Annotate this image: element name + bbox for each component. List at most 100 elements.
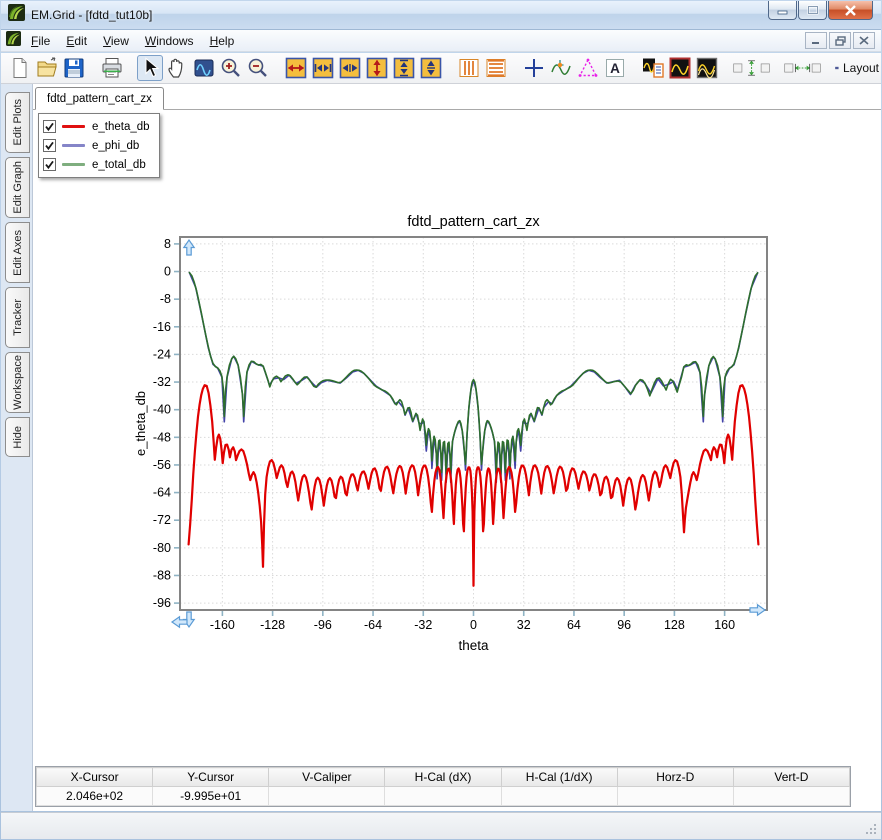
stretch-x-icon xyxy=(311,56,335,80)
readout-value-cell: 2.046e+02 xyxy=(37,787,153,806)
tick-label-x: 160 xyxy=(714,618,735,632)
layout-icon xyxy=(835,56,839,80)
toolbar-tracker-button[interactable] xyxy=(548,55,574,81)
mdi-close-button[interactable] xyxy=(853,32,875,49)
minimize-button[interactable] xyxy=(768,1,797,20)
readout-column-header: V-Caliper xyxy=(269,768,385,787)
select-tool-icon xyxy=(138,56,162,80)
plot-legend: e_theta_dbe_phi_dbe_total_db xyxy=(38,113,160,178)
pan-up-arrow-icon[interactable] xyxy=(184,240,194,255)
sidebar-tab-label: Edit Graph xyxy=(12,161,24,214)
menu-item-view[interactable]: View xyxy=(95,32,137,50)
mdi-document-icon xyxy=(6,31,21,51)
title-bar[interactable]: EM.Grid - [fdtd_tut10b] xyxy=(1,1,881,30)
tick-label-x: 32 xyxy=(517,618,531,632)
toolbar-zoom-box-tool-button[interactable] xyxy=(191,55,217,81)
menu-item-windows[interactable]: Windows xyxy=(137,32,202,50)
tracker-icon xyxy=(549,56,573,80)
chart-canvas[interactable]: -160-128-96-64-32032649612816080-8-16-24… xyxy=(133,212,793,677)
toolbar-expand-x-button[interactable] xyxy=(283,55,309,81)
window-title: EM.Grid - [fdtd_tut10b] xyxy=(31,8,152,22)
toolbar-zoom-out-button[interactable] xyxy=(245,55,271,81)
toolbar-vertical-grid-button[interactable] xyxy=(456,55,482,81)
sidebar-tab-hide[interactable]: Hide xyxy=(5,417,30,457)
sidebar-tab-label: Tracker xyxy=(12,299,24,336)
zoom-in-icon xyxy=(219,56,243,80)
menu-item-file[interactable]: File xyxy=(23,32,58,50)
sidebar-tab-workspace[interactable]: Workspace xyxy=(5,352,30,413)
legend-line-swatch xyxy=(62,163,85,166)
toolbar-zoom-in-button[interactable] xyxy=(218,55,244,81)
toolbar-layout-button[interactable]: Layout xyxy=(834,55,880,81)
pan-right-arrow-icon[interactable] xyxy=(750,605,765,615)
status-bar xyxy=(1,812,881,839)
toolbar-pan-tool-button[interactable] xyxy=(164,55,190,81)
sidebar-tab-edit-axes[interactable]: Edit Axes xyxy=(5,222,30,283)
tick-label-y: -72 xyxy=(153,513,171,527)
readout-column-header: Y-Cursor xyxy=(153,768,269,787)
toolbar-plot-single-button[interactable] xyxy=(667,55,693,81)
toolbar-add-text-button[interactable]: A xyxy=(602,55,628,81)
close-button[interactable] xyxy=(828,1,873,20)
toolbar-stretch-x-button[interactable] xyxy=(310,55,336,81)
toolbar-caliper-button[interactable] xyxy=(575,55,601,81)
mdi-minimize-button[interactable] xyxy=(805,32,827,49)
toolbar-fit-horizontal-button[interactable] xyxy=(783,55,822,81)
readout-value-cell xyxy=(501,787,617,806)
toolbar-print-button[interactable] xyxy=(99,55,125,81)
sidebar-tab-label: Edit Axes xyxy=(12,230,24,276)
toolbar-shrink-y-button[interactable] xyxy=(418,55,444,81)
sidebar-tab-label: Edit Plots xyxy=(12,99,24,145)
tick-label-y: 0 xyxy=(164,265,171,279)
open-file-icon xyxy=(35,56,59,80)
legend-checkbox[interactable] xyxy=(43,158,56,171)
sidebar-tab-edit-plots[interactable]: Edit Plots xyxy=(5,92,30,153)
sidebar-tab-label: Workspace xyxy=(12,355,24,410)
toolbar-new-file-button[interactable] xyxy=(7,55,33,81)
menu-bar: FileEditViewWindowsHelp xyxy=(1,30,881,52)
toolbar: A Layout xyxy=(1,53,881,84)
toolbar-open-file-button[interactable] xyxy=(34,55,60,81)
readout-value-cell xyxy=(617,787,733,806)
tick-label-y: -16 xyxy=(153,320,171,334)
toolbar-shrink-x-button[interactable] xyxy=(337,55,363,81)
chart-title: fdtd_pattern_cart_zx xyxy=(407,214,540,230)
pan-left-arrow-icon[interactable] xyxy=(172,617,187,627)
menu-item-help[interactable]: Help xyxy=(202,32,243,50)
zoom-out-icon xyxy=(246,56,270,80)
tick-label-x: -32 xyxy=(414,618,432,632)
document-tab-label: fdtd_pattern_cart_zx xyxy=(47,93,152,105)
resize-grip-icon[interactable] xyxy=(864,822,878,836)
toolbar-save-file-button[interactable] xyxy=(61,55,87,81)
tick-label-y: -80 xyxy=(153,541,171,555)
sidebar-tab-edit-graph[interactable]: Edit Graph xyxy=(5,157,30,218)
mdi-restore-button[interactable] xyxy=(829,32,851,49)
toolbar-stretch-y-button[interactable] xyxy=(391,55,417,81)
app-window: EM.Grid - [fdtd_tut10b] FileEditViewWind… xyxy=(0,0,882,840)
tick-label-y: -48 xyxy=(153,430,171,444)
toolbar-plot-with-legend-button[interactable] xyxy=(640,55,666,81)
sidebar-tab-tracker[interactable]: Tracker xyxy=(5,287,30,348)
tick-label-y: -24 xyxy=(153,347,171,361)
vertical-grid-icon xyxy=(457,56,481,80)
tick-label-x: 64 xyxy=(567,618,581,632)
legend-row: e_total_db xyxy=(43,155,150,174)
plot-multi-icon xyxy=(695,56,719,80)
shrink-x-icon xyxy=(338,56,362,80)
maximize-button[interactable] xyxy=(798,1,827,20)
fit-horizontal-icon xyxy=(784,56,821,80)
toolbar-select-tool-button[interactable] xyxy=(137,55,163,81)
document-tab[interactable]: fdtd_pattern_cart_zx xyxy=(35,87,164,110)
pan-tool-icon xyxy=(165,56,189,80)
zoom-box-tool-icon xyxy=(192,56,216,80)
cursor-readout-table: X-CursorY-CursorV-CaliperH-Cal (dX)H-Cal… xyxy=(35,766,851,807)
toolbar-expand-y-button[interactable] xyxy=(364,55,390,81)
menu-item-edit[interactable]: Edit xyxy=(58,32,95,50)
toolbar-fit-vertical-button[interactable] xyxy=(732,55,771,81)
legend-checkbox[interactable] xyxy=(43,139,56,152)
toolbar-plot-multi-button[interactable] xyxy=(694,55,720,81)
shrink-y-icon xyxy=(419,56,443,80)
legend-checkbox[interactable] xyxy=(43,120,56,133)
toolbar-horizontal-grid-button[interactable] xyxy=(483,55,509,81)
toolbar-crosshair-button[interactable] xyxy=(521,55,547,81)
